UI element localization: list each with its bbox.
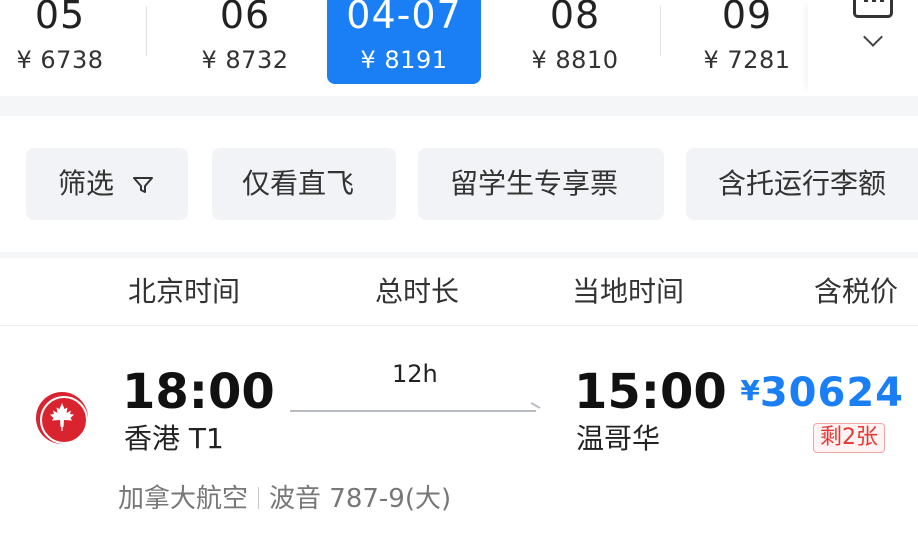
date-label: 06 bbox=[219, 0, 271, 37]
calendar-button[interactable] bbox=[808, 0, 918, 92]
date-price: ¥ 8810 bbox=[531, 46, 619, 74]
date-option-06[interactable]: 06 ¥ 8732 bbox=[170, 0, 320, 90]
date-divider bbox=[660, 6, 661, 56]
departure-time: 18:00 bbox=[122, 364, 275, 420]
arrival-time: 15:00 bbox=[574, 364, 727, 420]
date-label: 04-07 bbox=[346, 0, 462, 37]
chevron-down-icon bbox=[863, 27, 883, 47]
price-currency: ¥ bbox=[740, 374, 760, 407]
result-column-header: 北京时间 总时长 当地时间 含税价 bbox=[0, 258, 918, 326]
date-price: ¥ 8732 bbox=[201, 46, 289, 74]
header-duration: 总时长 bbox=[375, 275, 460, 308]
header-price[interactable]: 含税价 bbox=[814, 274, 898, 310]
flight-result-card[interactable]: 18:00 香港 T1 12h 15:00 温哥华 ¥30624 剩2张 加拿大… bbox=[0, 327, 918, 536]
remaining-seats-badge: 剩2张 bbox=[813, 423, 885, 453]
chip-label: 留学生专享票 bbox=[450, 167, 619, 200]
date-price: ¥ 7281 bbox=[703, 46, 791, 74]
air-canada-maple-leaf-icon bbox=[36, 392, 88, 444]
header-departure-time: 北京时间 bbox=[128, 275, 241, 308]
chip-label: 仅看直飞 bbox=[242, 167, 355, 200]
flight-meta: 加拿大航空 波音 787-9(大) bbox=[118, 483, 451, 515]
price-amount: 30624 bbox=[759, 370, 904, 416]
direct-flight-filter-chip[interactable]: 仅看直飞 bbox=[212, 148, 396, 220]
airline-name: 加拿大航空 bbox=[118, 484, 249, 514]
date-option-09[interactable]: 09 ¥ 7281 bbox=[672, 0, 822, 90]
date-price-strip: 05 ¥ 6738 06 ¥ 8732 04-07 ¥ 8191 08 ¥ 88… bbox=[0, 0, 918, 96]
meta-divider bbox=[258, 487, 260, 509]
date-option-04-07-selected[interactable]: 04-07 ¥ 8191 bbox=[327, 0, 481, 84]
filter-button[interactable]: 筛选 bbox=[26, 148, 188, 220]
date-option-05[interactable]: 05 ¥ 6738 bbox=[0, 0, 120, 90]
section-gap bbox=[0, 96, 918, 116]
date-label: 05 bbox=[34, 0, 86, 37]
aircraft-type: 波音 787-9(大) bbox=[269, 484, 452, 514]
filter-bar: 筛选 仅看直飞 留学生专享票 含托运行李额 bbox=[0, 116, 918, 252]
date-option-08[interactable]: 08 ¥ 8810 bbox=[500, 0, 650, 90]
checked-baggage-filter-chip[interactable]: 含托运行李额 bbox=[686, 148, 918, 220]
calendar-icon bbox=[853, 0, 893, 18]
maple-leaf-icon bbox=[50, 403, 74, 431]
header-arrival-time: 当地时间 bbox=[572, 275, 685, 308]
flight-duration: 12h bbox=[392, 360, 438, 388]
arrival-city: 温哥华 bbox=[576, 422, 661, 455]
filter-label: 筛选 bbox=[58, 167, 115, 200]
funnel-icon bbox=[133, 177, 153, 193]
price: ¥30624 bbox=[740, 370, 904, 416]
date-price: ¥ 6738 bbox=[16, 46, 104, 74]
departure-airport: 香港 T1 bbox=[124, 422, 224, 455]
duration-arrow bbox=[290, 410, 536, 412]
date-label: 09 bbox=[721, 0, 773, 37]
date-label: 08 bbox=[549, 0, 601, 37]
date-price: ¥ 8191 bbox=[360, 46, 448, 74]
student-fare-filter-chip[interactable]: 留学生专享票 bbox=[418, 148, 664, 220]
date-divider bbox=[146, 6, 147, 56]
chip-label: 含托运行李额 bbox=[718, 167, 887, 200]
